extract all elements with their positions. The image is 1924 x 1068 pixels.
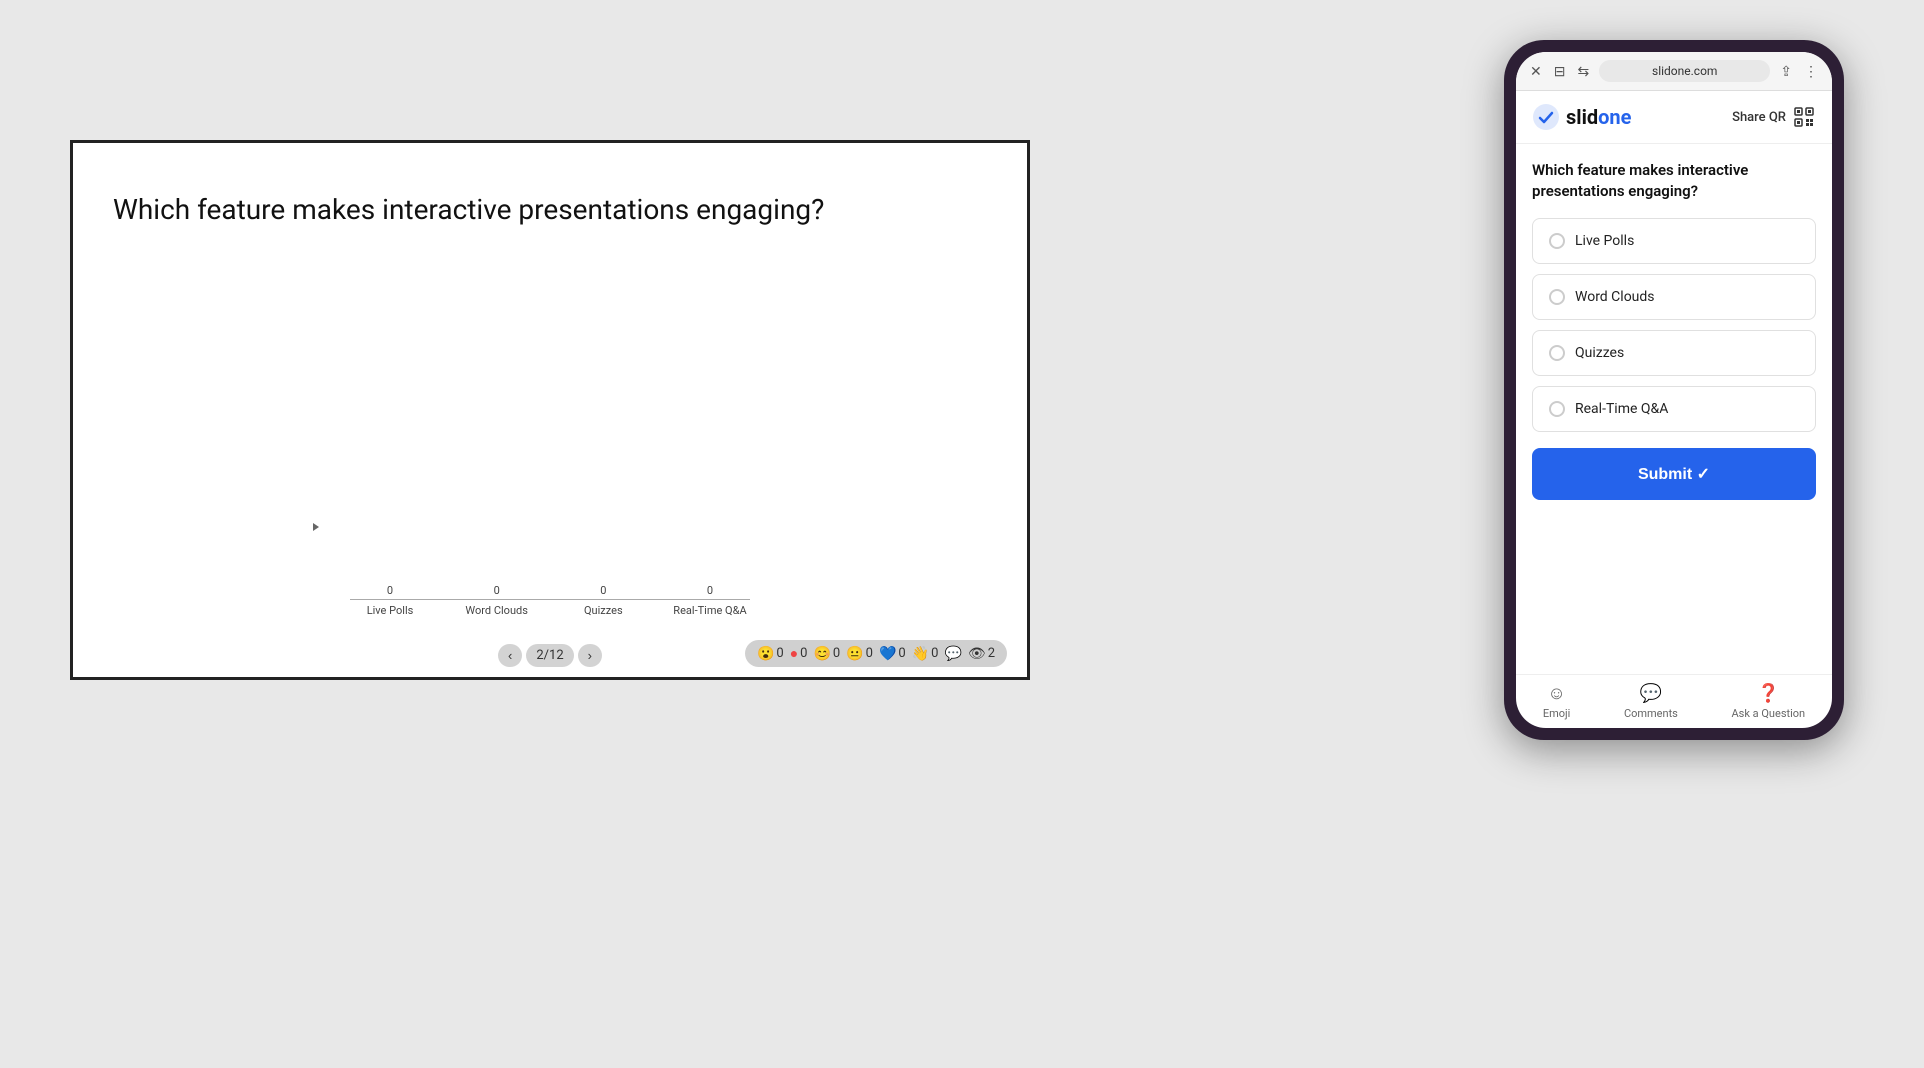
logo-area: slidone (1532, 103, 1631, 131)
phone-app-header: slidone Share QR (1516, 91, 1832, 144)
poll-option-label-3: Real-Time Q&A (1575, 401, 1668, 417)
reaction-wave[interactable]: 👋 0 (912, 646, 939, 662)
comments-label: Comments (1624, 707, 1678, 720)
phone-bottom-bar: ☺ Emoji 💬 Comments ❓ Ask a Question (1516, 674, 1832, 728)
reaction-red[interactable]: ● 0 (790, 645, 808, 662)
slide-title: Which feature makes interactive presenta… (113, 193, 987, 226)
slide-navigation: ‹ 2/12 › (498, 644, 602, 667)
poll-option-label-1: Word Clouds (1575, 289, 1655, 305)
cursor (313, 523, 321, 531)
browser-url-bar[interactable]: slidone.com (1599, 60, 1770, 82)
browser-more-button[interactable]: ⋮ (1802, 63, 1820, 80)
comments-icon: 💬 (1640, 683, 1662, 704)
wow-count: 0 (776, 646, 783, 661)
poll-option-label-2: Quizzes (1575, 345, 1624, 361)
share-qr-button[interactable]: Share QR (1732, 105, 1816, 129)
chart-baseline (350, 599, 750, 600)
chat-icon: 💬 (944, 646, 961, 662)
submit-button[interactable]: Submit ✓ (1532, 448, 1816, 500)
emoji-tab[interactable]: ☺ Emoji (1543, 683, 1570, 720)
slide-content: Which feature makes interactive presenta… (73, 143, 1027, 677)
slide-page-indicator: 2/12 (526, 644, 573, 667)
next-slide-button[interactable]: › (578, 644, 602, 667)
heart-icon: 💙 (879, 646, 896, 662)
poll-question: Which feature makes interactive presenta… (1532, 160, 1816, 202)
poll-option-0[interactable]: Live Polls (1532, 218, 1816, 264)
red-icon: ● (790, 645, 798, 662)
logo-text: slidone (1566, 105, 1631, 129)
chart-label-0: Live Polls (350, 604, 430, 617)
browser-nav-button[interactable]: ⇆ (1575, 63, 1591, 80)
poll-option-radio-3 (1549, 401, 1565, 417)
prev-slide-button[interactable]: ‹ (498, 644, 522, 667)
poll-option-1[interactable]: Word Clouds (1532, 274, 1816, 320)
phone-body: Which feature makes interactive presenta… (1516, 144, 1832, 674)
slidone-logo-icon (1532, 103, 1560, 131)
neutral-count: 0 (866, 646, 873, 661)
chart-value-1: 0 (457, 584, 537, 597)
poll-option-radio-1 (1549, 289, 1565, 305)
smile-count: 0 (833, 646, 840, 661)
phone-screen: ✕ ⊟ ⇆ slidone.com ⇪ ⋮ (1516, 52, 1832, 728)
chart-value-0: 0 (350, 584, 430, 597)
wave-count: 0 (931, 646, 938, 661)
chart-value-3: 0 (670, 584, 750, 597)
emoji-label: Emoji (1543, 707, 1570, 720)
browser-tab-button[interactable]: ⊟ (1552, 63, 1568, 80)
browser-close-button[interactable]: ✕ (1528, 63, 1544, 80)
wow-icon: 😮 (757, 646, 774, 662)
poll-option-2[interactable]: Quizzes (1532, 330, 1816, 376)
neutral-icon: 😐 (846, 646, 863, 662)
reaction-wow[interactable]: 😮 0 (757, 646, 784, 662)
reaction-chat[interactable]: 💬 (944, 646, 961, 662)
phone-app: slidone Share QR (1516, 91, 1832, 728)
browser-share-button[interactable]: ⇪ (1778, 63, 1794, 80)
share-qr-label: Share QR (1732, 110, 1786, 125)
poll-option-radio-0 (1549, 233, 1565, 249)
reaction-viewers: 👁 2 (968, 646, 995, 662)
comments-tab[interactable]: 💬 Comments (1624, 683, 1678, 720)
reaction-bar: 😮 0 ● 0 😊 0 😐 0 💙 0 (745, 640, 1007, 667)
chart-value-2: 0 (563, 584, 643, 597)
scene: Which feature makes interactive presenta… (0, 0, 1924, 1068)
viewers-count: 2 (988, 646, 995, 661)
ask-question-tab[interactable]: ❓ Ask a Question (1732, 683, 1806, 720)
poll-option-3[interactable]: Real-Time Q&A (1532, 386, 1816, 432)
chart-area: 0 0 0 0 Live Polls Word Clouds Quizzes R… (350, 584, 750, 617)
eye-icon: 👁 (968, 646, 986, 662)
qr-code-icon (1792, 105, 1816, 129)
poll-option-label-0: Live Polls (1575, 233, 1634, 249)
chart-labels: Live Polls Word Clouds Quizzes Real-Time… (350, 604, 750, 617)
slide-container: Which feature makes interactive presenta… (70, 140, 1030, 680)
smile-icon: 😊 (813, 646, 830, 662)
chart-label-3: Real-Time Q&A (670, 604, 750, 617)
ask-question-label: Ask a Question (1732, 707, 1806, 720)
question-icon: ❓ (1757, 683, 1779, 704)
red-count: 0 (800, 646, 807, 661)
wave-icon: 👋 (912, 646, 929, 662)
reaction-smile[interactable]: 😊 0 (813, 646, 840, 662)
heart-count: 0 (898, 646, 905, 661)
phone-mockup: ✕ ⊟ ⇆ slidone.com ⇪ ⋮ (1504, 40, 1844, 740)
chart-label-2: Quizzes (563, 604, 643, 617)
chart-label-1: Word Clouds (457, 604, 537, 617)
phone-browser-bar: ✕ ⊟ ⇆ slidone.com ⇪ ⋮ (1516, 52, 1832, 91)
reaction-neutral[interactable]: 😐 0 (846, 646, 873, 662)
reaction-heart[interactable]: 💙 0 (879, 646, 906, 662)
emoji-icon: ☺ (1547, 683, 1565, 704)
poll-option-radio-2 (1549, 345, 1565, 361)
